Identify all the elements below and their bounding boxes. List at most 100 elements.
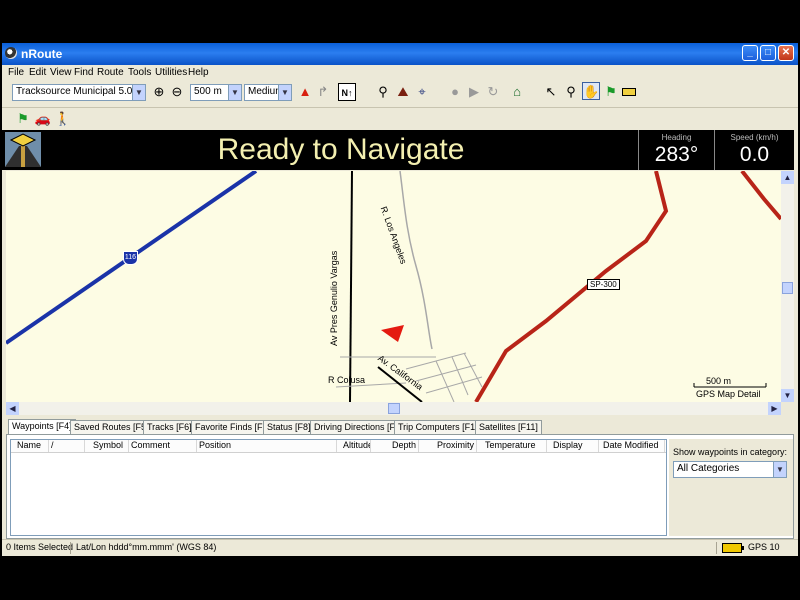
heading-gauge: Heading 283° <box>638 130 714 170</box>
menu-file[interactable]: File <box>8 67 24 78</box>
column-altitude[interactable]: Altitude <box>341 440 371 452</box>
category-select-value: All Categories <box>677 463 740 474</box>
zoom-scale-value: 500 m <box>194 86 222 97</box>
close-button[interactable]: ✕ <box>778 45 794 61</box>
minor-road <box>463 352 483 388</box>
status-separator <box>716 542 717 554</box>
panel-tabs: Waypoints [F4] Saved Routes [F5] Tracks … <box>6 419 794 435</box>
zoom-scale-select[interactable]: 500 m ▼ <box>190 84 242 101</box>
minor-road <box>425 376 483 394</box>
column-position[interactable]: Position <box>197 440 337 452</box>
scroll-down-icon[interactable]: ▼ <box>781 389 794 402</box>
column-depth[interactable]: Depth <box>371 440 419 452</box>
menu-view[interactable]: View <box>50 67 72 78</box>
pedestrian-icon[interactable]: 🚶 <box>54 110 72 128</box>
maximize-button[interactable]: □ <box>760 45 776 61</box>
heading-label: Heading <box>661 133 692 142</box>
category-filter: Show waypoints in category: All Categori… <box>669 439 793 536</box>
tab-favorite-finds[interactable]: Favorite Finds [F7] <box>191 420 275 435</box>
map-vertical-scrollbar[interactable]: ▲ ▼ <box>781 171 794 402</box>
north-up-button[interactable]: N↑ <box>338 83 356 101</box>
chevron-down-icon: ▼ <box>228 85 241 100</box>
map-detail-label: GPS Map Detail <box>696 389 761 399</box>
binoculars-icon[interactable]: ⚲ <box>374 83 392 101</box>
category-select[interactable]: All Categories ▼ <box>673 461 787 478</box>
selection-status: 0 Items Selected <box>6 542 74 552</box>
colusa-label: R Colusa <box>328 375 366 385</box>
gps-battery-icon <box>722 543 744 555</box>
navigation-status: Ready to Navigate <box>217 133 465 166</box>
scroll-up-icon[interactable]: ▲ <box>781 171 794 184</box>
tab-trip-computers[interactable]: Trip Computers [F10] <box>394 420 487 435</box>
map-product-select[interactable]: Tracksource Municipal 5.03 ▼ <box>12 84 146 101</box>
menu-edit[interactable]: Edit <box>29 67 46 78</box>
zoom-out-icon[interactable]: ⊖ <box>168 83 186 101</box>
chevron-down-icon: ▼ <box>132 85 145 100</box>
status-separator <box>70 542 71 554</box>
waypoint-flag-icon[interactable]: ⚑ <box>602 83 620 101</box>
column-comment[interactable]: Comment <box>129 440 197 452</box>
current-position-arrow <box>381 325 404 342</box>
state-road <box>474 171 669 402</box>
waypoints-panel: Name / Symbol Comment Position Altitude … <box>6 434 794 539</box>
menu-find[interactable]: Find <box>74 67 93 78</box>
column-date-modified[interactable]: Date Modified <box>601 440 665 452</box>
vehicle-car-icon[interactable]: 🚗 <box>34 110 52 128</box>
vertical-scroll-thumb[interactable] <box>782 282 793 294</box>
minimize-button[interactable]: _ <box>742 45 758 61</box>
scroll-left-icon[interactable]: ◀ <box>6 402 19 415</box>
map-product-value: Tracksource Municipal 5.03 <box>16 86 138 97</box>
position-arrow-icon[interactable]: ▲ <box>296 83 314 101</box>
map-canvas[interactable]: 116 Av Pres Genulio Vargas R. Los Angele… <box>6 171 781 402</box>
map-horizontal-scrollbar[interactable]: ◀ ▶ <box>6 402 781 415</box>
interstate-shield: 116 <box>123 251 138 265</box>
window-title: nRoute <box>21 47 63 61</box>
gps-status: GPS 10 <box>748 542 780 552</box>
menu-bar: File Edit View Find Route Tools Utilitie… <box>2 65 798 81</box>
waypoints-table[interactable]: Name / Symbol Comment Position Altitude … <box>10 439 667 536</box>
column-name[interactable]: Name <box>15 440 49 452</box>
select-cursor-icon[interactable]: ↖ <box>542 83 560 101</box>
pan-hand-icon[interactable]: ✋ <box>582 82 600 100</box>
menu-route[interactable]: Route <box>97 67 124 78</box>
column-display[interactable]: Display <box>551 440 599 452</box>
battery-shape <box>722 543 744 553</box>
find-nearby-icon[interactable]: ⌖ <box>413 83 431 101</box>
column-sort[interactable]: / <box>49 440 85 452</box>
title-bar[interactable]: nRoute _ □ ✕ <box>2 43 798 65</box>
find-places-icon[interactable]: ⛰ <box>394 83 412 101</box>
coordinate-format: Lat/Lon hddd°mm.mmm' (WGS 84) <box>76 542 217 552</box>
main-toolbar: Tracksource Municipal 5.03 ▼ ⊕ ⊖ 500 m ▼… <box>2 81 798 108</box>
tab-saved-routes[interactable]: Saved Routes [F5] <box>70 420 153 435</box>
category-filter-label: Show waypoints in category: <box>673 447 788 457</box>
minor-road <box>415 364 477 382</box>
turn-arrow-icon[interactable]: ↱ <box>314 83 332 101</box>
measure-ruler-icon[interactable] <box>620 83 638 101</box>
zoom-tool-icon[interactable]: ⚲ <box>562 83 580 101</box>
zoom-in-icon[interactable]: ⊕ <box>150 83 168 101</box>
recalculate-icon[interactable]: ↻ <box>484 83 502 101</box>
column-proximity[interactable]: Proximity <box>419 440 477 452</box>
table-header: Name / Symbol Comment Position Altitude … <box>11 440 666 453</box>
menu-help[interactable]: Help <box>188 67 209 78</box>
horizontal-scroll-thumb[interactable] <box>388 403 400 414</box>
tab-driving-directions[interactable]: Driving Directions [F9] <box>310 420 407 435</box>
app-icon <box>5 47 17 59</box>
minor-road <box>451 356 469 396</box>
detail-level-select[interactable]: Medium ▼ <box>244 84 292 101</box>
speed-label: Speed (km/h) <box>730 133 779 142</box>
route-flag-icon[interactable]: ⚑ <box>14 110 32 128</box>
sp-road-shield: SP-300 <box>587 279 620 290</box>
tab-satellites[interactable]: Satellites [F11] <box>475 420 542 435</box>
menu-tools[interactable]: Tools <box>128 67 151 78</box>
menu-utilities[interactable]: Utilities <box>155 67 187 78</box>
scroll-right-icon[interactable]: ▶ <box>768 402 781 415</box>
column-temperature[interactable]: Temperature <box>483 440 547 452</box>
tab-waypoints[interactable]: Waypoints [F4] <box>8 419 76 435</box>
tab-status[interactable]: Status [F8] <box>263 420 315 435</box>
column-symbol[interactable]: Symbol <box>91 440 129 452</box>
home-icon[interactable]: ⌂ <box>508 83 526 101</box>
play-icon[interactable]: ▶ <box>465 83 483 101</box>
tab-tracks[interactable]: Tracks [F6] <box>143 420 196 435</box>
record-icon[interactable]: ● <box>446 83 464 101</box>
